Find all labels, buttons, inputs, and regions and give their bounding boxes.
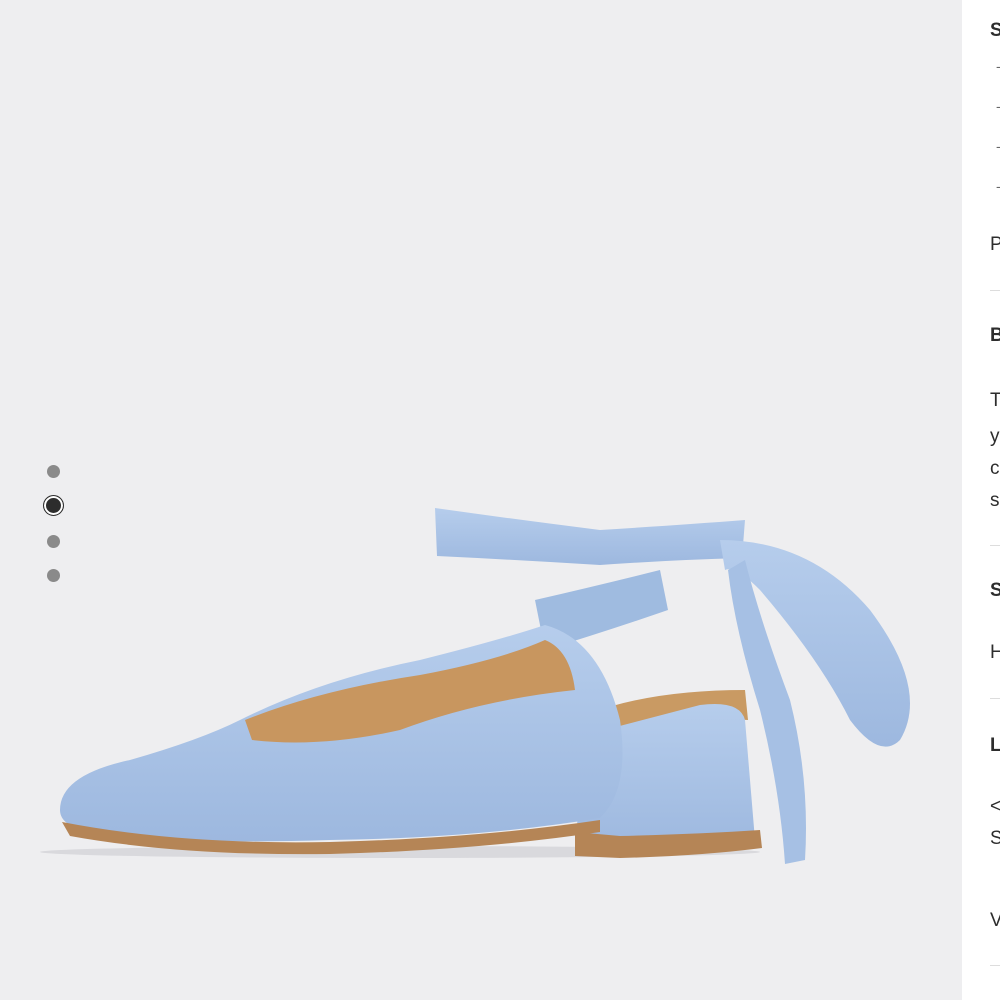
section-3-text: H <box>990 642 1000 663</box>
bullet-1: - <box>996 58 1000 74</box>
bullet-2: - <box>996 98 1000 114</box>
section-4-line-3: V <box>990 910 1000 931</box>
product-code-text: P <box>990 234 1000 255</box>
product-image[interactable] <box>0 0 962 1000</box>
section-heading-4: L <box>990 735 1000 756</box>
section-4-line-2: S <box>990 828 1000 849</box>
section-heading-1: S <box>990 20 1000 41</box>
thumbnail-dot-1[interactable] <box>47 465 60 478</box>
paragraph-line-2: y <box>990 426 1000 447</box>
section-heading-3: S <box>990 580 1000 601</box>
paragraph-line-1: T <box>990 390 1000 411</box>
divider-1 <box>990 290 1000 291</box>
section-heading-2: B <box>990 325 1000 346</box>
bullet-4: - <box>996 178 1000 194</box>
thumbnail-dot-4[interactable] <box>47 569 60 582</box>
paragraph-line-3: c <box>990 458 1000 479</box>
product-gallery <box>0 0 962 1000</box>
divider-3 <box>990 698 1000 699</box>
paragraph-line-4: s <box>990 490 1000 511</box>
thumbnail-dot-3[interactable] <box>47 535 60 548</box>
bullet-3: - <box>996 138 1000 154</box>
divider-4 <box>990 965 1000 966</box>
section-4-line-1: < <box>990 796 1000 817</box>
product-details-panel: S - - - - P B T y c s S H L < S V <box>962 0 1000 1000</box>
thumbnail-dot-2-active[interactable] <box>43 495 64 516</box>
divider-2 <box>990 545 1000 546</box>
